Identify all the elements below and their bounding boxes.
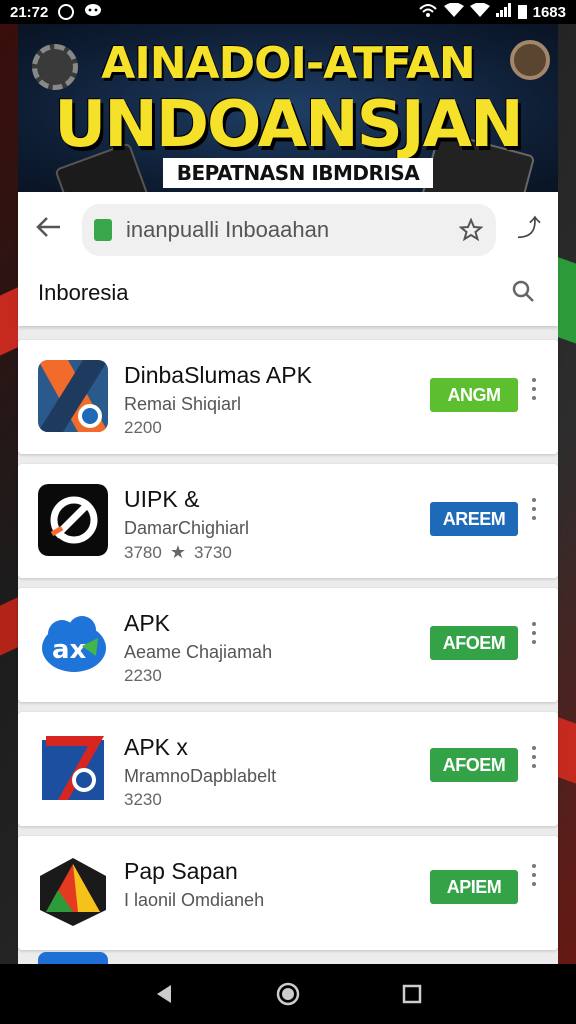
app-name: APK [124,610,171,636]
app-list-item[interactable]: Pap Sapan I laonil Omdianeh APIEM [18,836,558,950]
app-list-item[interactable]: DinbaSlumas APK Remai Shiqiarl 2200 ANGM [18,340,558,454]
decorative-stripe [556,716,576,784]
url-bar[interactable]: inanpualli Inboaahan [82,204,496,256]
black-a-logo-icon [38,484,108,556]
install-button[interactable]: AFOEM [430,748,518,782]
install-button[interactable]: ANGM [430,378,518,412]
status-time: 21:72 [10,3,49,21]
app-meta: 2200 [124,418,162,438]
app-developer: Remai Shiqiarl [124,394,242,414]
decorative-stripe [556,256,576,344]
app-name: UIPK & [124,486,200,512]
app-list-item[interactable]: ax APK Aeame Chajiamah 2230 AFOEM [18,588,558,702]
app-name: Pap Sapan [124,858,238,884]
battery-icon [517,5,527,19]
app-list-item[interactable]: APK x MramnoDapblabelt 3230 AFOEM [18,712,558,826]
colorful-triangle-icon [38,856,108,928]
notification-icon [58,4,75,20]
app-name: APK x [124,734,188,760]
install-button[interactable]: AFOEM [430,626,518,660]
rating-star-icon: ★ [169,542,186,562]
blue-cloud-ax-icon: ax [38,608,108,680]
app-store-panel: inanpualli Inboaahan ⤴ Inboresia DinbaSl… [18,192,558,964]
secure-lock-icon [94,219,112,241]
url-text: inanpualli Inboaahan [126,217,330,242]
square-recents-icon [402,984,422,1004]
search-icon [512,280,534,302]
install-button[interactable]: APIEM [430,870,518,904]
app-download-count: 2200 [124,418,162,437]
nav-recents-button[interactable] [400,982,424,1006]
app-meta: 3780 ★ 3730 [124,542,232,563]
app-download-count: 2230 [124,666,162,685]
signal-icon [495,3,512,21]
app-developer: Aeame Chajiamah [124,642,273,662]
status-bar: 21:72 1683 [0,0,576,24]
banner-headline: AINADOI-ATFAN [101,38,475,89]
search-query-title: Inboresia [38,280,129,305]
chat-icon [84,3,102,21]
arrow-left-icon [36,217,60,237]
app-download-count: 3780 [124,542,162,562]
app-name: DinbaSlumas APK [124,362,312,388]
promo-banner[interactable]: AINADOI-ATFAN UNDOANSJAN BEPATNASN IBMDR… [18,24,558,192]
battery-level: 1683 [532,3,566,21]
circle-home-icon [276,982,300,1006]
app-rating: 3730 [193,542,232,562]
app-developer: MramnoDapblabelt [124,766,277,786]
more-options-button[interactable] [526,492,542,526]
next-app-icon-peek [38,952,108,964]
install-button[interactable]: AREEM [430,502,518,536]
app-meta: 3230 [124,790,162,810]
wifi-alt-icon [469,2,490,21]
wifi-icon [443,2,464,21]
app-developer: DamarChighiarl [124,518,250,538]
more-options-button[interactable] [526,616,542,650]
bookmark-star-icon[interactable] [458,217,484,243]
search-button[interactable] [508,276,538,306]
more-options-button[interactable] [526,858,542,892]
browser-toolbar: inanpualli Inboaahan ⤴ Inboresia [18,192,558,326]
app-download-count: 3230 [124,790,162,809]
more-options-button[interactable] [526,740,542,774]
app-developer: I laonil Omdianeh [124,890,265,910]
nav-home-button[interactable] [276,982,300,1006]
back-button[interactable] [34,212,64,242]
app-list-item[interactable]: UIPK & DamarChighiarl 3780 ★ 3730 AREEM [18,464,558,578]
banner-title: UNDOANSJAN [54,88,523,162]
triangle-back-icon [157,985,171,1003]
share-button[interactable]: ⤴ [514,212,544,246]
navigation-bar [0,964,576,1024]
red-seven-icon [38,732,108,804]
banner-subtitle: BEPATNASN IBMDRISA [163,158,433,188]
hotspot-icon [418,3,438,21]
nav-back-button[interactable] [152,982,176,1006]
more-options-button[interactable] [526,372,542,406]
stylized-x-icon [38,360,108,432]
svg-text:ax: ax [52,635,87,665]
app-meta: 2230 [124,666,162,686]
